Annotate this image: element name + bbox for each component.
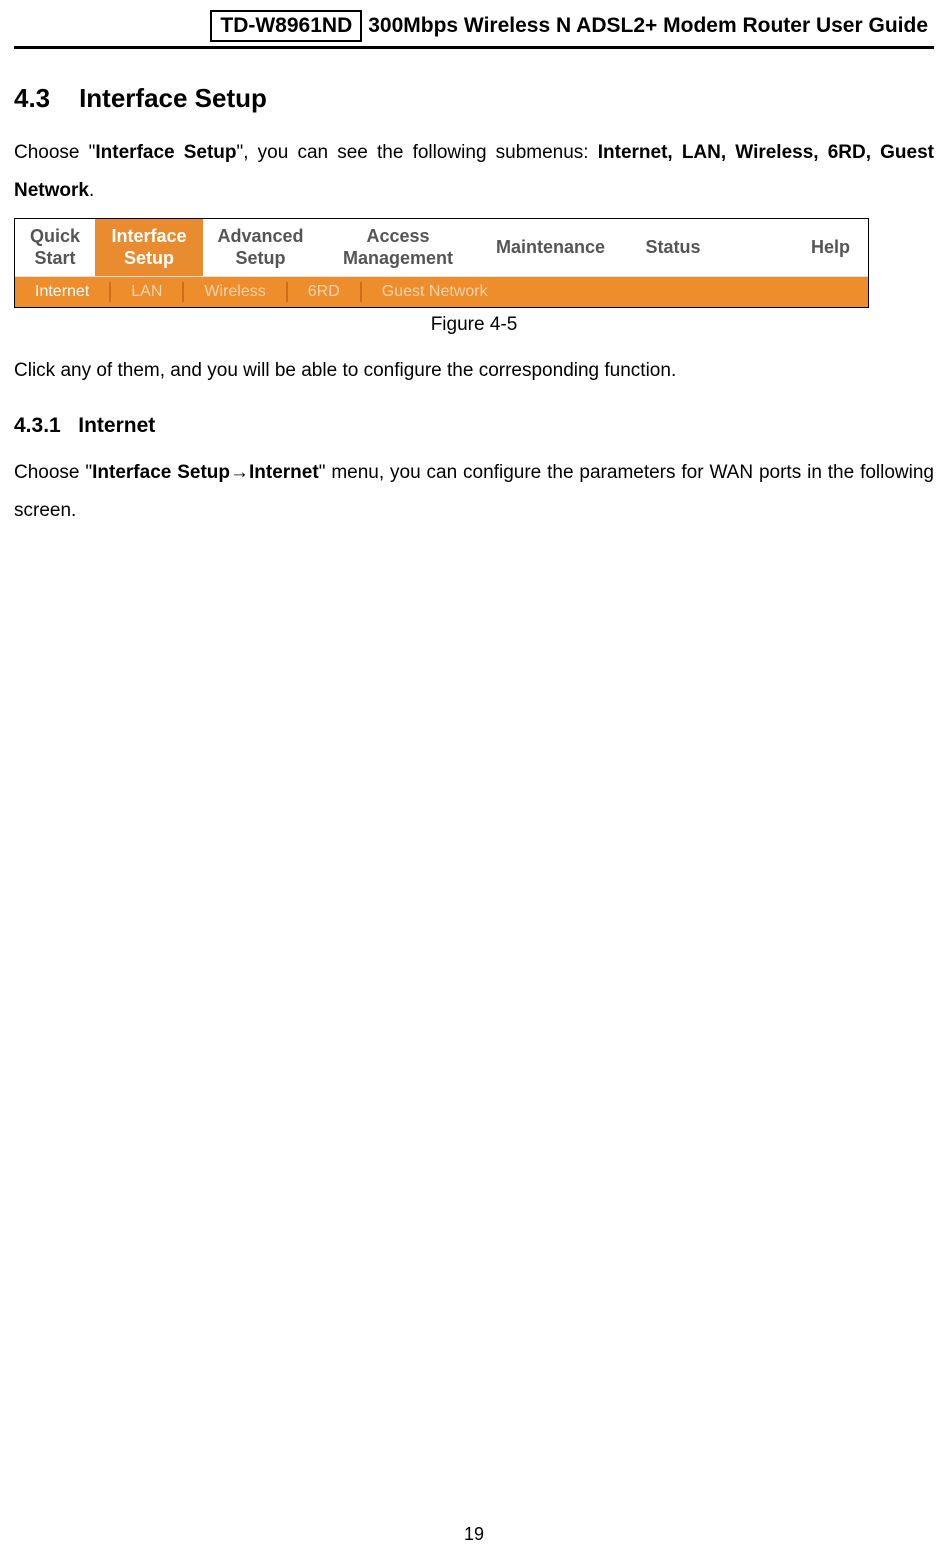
text: . (89, 180, 94, 201)
nav-screenshot: Quick Start Interface Setup Advanced Set… (14, 218, 869, 308)
bold-text: Interface Setup (95, 142, 236, 163)
sub-nav-row: Internet LAN Wireless 6RD Guest Network (15, 277, 868, 307)
subsection-para: Choose "Interface Setup→Internet" menu, … (14, 454, 934, 530)
section-heading: 4.3 Interface Setup (14, 83, 934, 114)
text: Choose " (14, 142, 95, 163)
figure-caption: Figure 4-5 (14, 314, 934, 336)
doc-header: TD-W8961ND 300Mbps Wireless N ADSL2+ Mod… (0, 0, 948, 46)
main-nav-row: Quick Start Interface Setup Advanced Set… (15, 219, 868, 277)
section-title: Interface Setup (79, 83, 267, 113)
subnav-6rd[interactable]: 6RD (288, 282, 360, 302)
tab-maintenance[interactable]: Maintenance (478, 219, 623, 276)
subnav-internet[interactable]: Internet (15, 282, 109, 302)
tab-access-management[interactable]: Access Management (318, 219, 478, 276)
subsection-title: Internet (78, 414, 155, 437)
section-intro: Choose "Interface Setup", you can see th… (14, 134, 934, 210)
subnav-wireless[interactable]: Wireless (184, 282, 285, 302)
arrow-text: → (230, 462, 249, 483)
tab-interface-setup[interactable]: Interface Setup (95, 219, 203, 276)
model-box: TD-W8961ND (210, 10, 362, 42)
after-figure-text: Click any of them, and you will be able … (14, 352, 934, 390)
doc-title: 300Mbps Wireless N ADSL2+ Modem Router U… (368, 14, 928, 38)
subsection-number: 4.3.1 (14, 414, 61, 437)
tab-status[interactable]: Status (623, 219, 723, 276)
page-content: 4.3 Interface Setup Choose "Interface Se… (0, 49, 948, 530)
tab-advanced-setup[interactable]: Advanced Setup (203, 219, 318, 276)
bold-text: Interface Setup (92, 462, 230, 483)
tab-quick-start[interactable]: Quick Start (15, 219, 95, 276)
subsection-heading: 4.3.1 Internet (14, 414, 934, 438)
bold-text: Internet (249, 462, 319, 483)
page-number: 19 (0, 1524, 948, 1545)
text: ", you can see the following submenus: (237, 142, 598, 163)
subnav-guest-network[interactable]: Guest Network (362, 282, 508, 302)
subnav-lan[interactable]: LAN (111, 282, 182, 302)
tab-help[interactable]: Help (723, 219, 868, 276)
section-number: 4.3 (14, 83, 50, 113)
text: Choose " (14, 462, 92, 483)
